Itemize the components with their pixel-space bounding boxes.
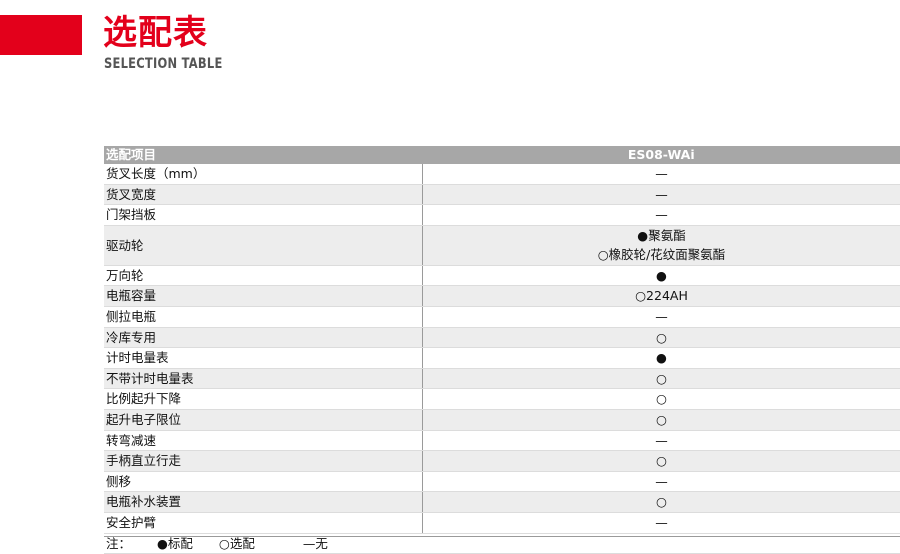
row-value: ○ — [423, 327, 900, 348]
row-value-standard: ●聚氨酯 — [423, 226, 900, 246]
table-row: 万向轮 ● — [104, 265, 900, 286]
row-name: 手柄直立行走 — [104, 451, 423, 472]
table-row: 计时电量表 ● — [104, 348, 900, 369]
row-value: ● — [423, 348, 900, 369]
row-value: — — [423, 430, 900, 451]
row-name: 侧移 — [104, 471, 423, 492]
row-name: 计时电量表 — [104, 348, 423, 369]
table-row: 侧移 — — [104, 471, 900, 492]
row-value: ○ — [423, 389, 900, 410]
row-name: 冷库专用 — [104, 327, 423, 348]
row-value: ○ — [423, 451, 900, 472]
row-value: ●聚氨酯 ○橡胶轮/花纹面聚氨酯 — [423, 225, 900, 265]
row-name: 安全护臂 — [104, 512, 423, 533]
row-name: 电瓶容量 — [104, 286, 423, 307]
column-header-model: ES08-WAi — [423, 146, 900, 164]
table-bottom-rule — [104, 536, 900, 537]
table-row: 手柄直立行走 ○ — [104, 451, 900, 472]
selection-table: 选配项目 ES08-WAi 货叉长度（mm） — 货叉宽度 — 门架挡板 — 驱… — [104, 146, 900, 554]
row-value: ○ — [423, 368, 900, 389]
row-name: 不带计时电量表 — [104, 368, 423, 389]
row-value: — — [423, 164, 900, 184]
row-value: — — [423, 512, 900, 533]
column-header-item: 选配项目 — [104, 146, 423, 164]
table-row: 电瓶补水装置 ○ — [104, 492, 900, 513]
table-row: 货叉宽度 — — [104, 184, 900, 205]
row-name: 侧拉电瓶 — [104, 306, 423, 327]
row-value: ○224AH — [423, 286, 900, 307]
table-row: 冷库专用 ○ — [104, 327, 900, 348]
table-row: 驱动轮 ●聚氨酯 ○橡胶轮/花纹面聚氨酯 — [104, 225, 900, 265]
table-row: 转弯减速 — — [104, 430, 900, 451]
table-row: 电瓶容量 ○224AH — [104, 286, 900, 307]
table-row: 门架挡板 — — [104, 205, 900, 226]
row-name: 货叉宽度 — [104, 184, 423, 205]
row-name: 货叉长度（mm） — [104, 164, 423, 184]
row-value: ● — [423, 265, 900, 286]
row-name: 驱动轮 — [104, 225, 423, 265]
table-row: 安全护臂 — — [104, 512, 900, 533]
table-row: 比例起升下降 ○ — [104, 389, 900, 410]
page-title: 选配表 — [103, 11, 208, 55]
row-value: — — [423, 205, 900, 226]
row-name: 电瓶补水装置 — [104, 492, 423, 513]
row-name: 万向轮 — [104, 265, 423, 286]
row-name: 转弯减速 — [104, 430, 423, 451]
table-row: 不带计时电量表 ○ — [104, 368, 900, 389]
table-header-row: 选配项目 ES08-WAi — [104, 146, 900, 164]
row-value: — — [423, 306, 900, 327]
row-value: ○ — [423, 409, 900, 430]
row-value: — — [423, 184, 900, 205]
row-name: 门架挡板 — [104, 205, 423, 226]
row-name: 起升电子限位 — [104, 409, 423, 430]
row-value: ○ — [423, 492, 900, 513]
row-value-optional: ○橡胶轮/花纹面聚氨酯 — [423, 245, 900, 265]
table-row: 侧拉电瓶 — — [104, 306, 900, 327]
table-row: 货叉长度（mm） — — [104, 164, 900, 184]
table-row: 起升电子限位 ○ — [104, 409, 900, 430]
red-accent-bar — [0, 15, 82, 55]
row-name: 比例起升下降 — [104, 389, 423, 410]
page-subtitle: SELECTION TABLE — [104, 56, 223, 72]
row-value: — — [423, 471, 900, 492]
